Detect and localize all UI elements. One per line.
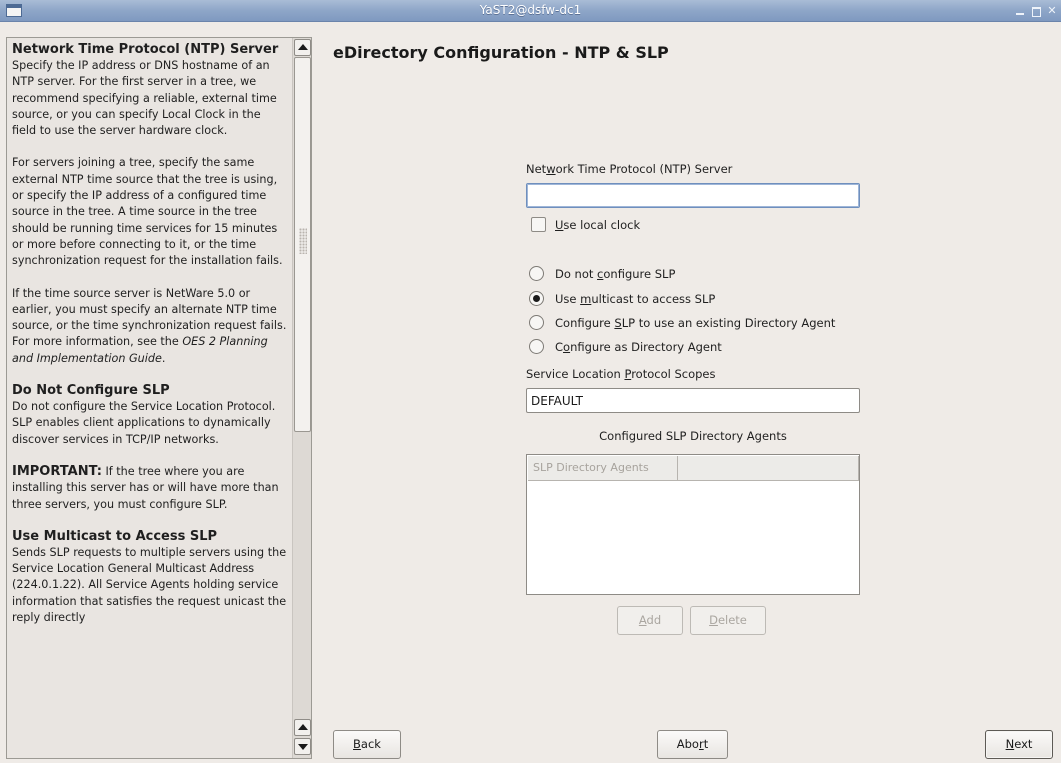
radio-label-use-multicast[interactable]: Use multicast to access SLP — [555, 292, 715, 306]
help-paragraph: If the time source server is NetWare 5.0… — [12, 286, 287, 367]
label-mnemonic: S — [614, 316, 622, 330]
use-local-clock-checkbox[interactable] — [531, 217, 546, 232]
label-mnemonic: A — [638, 613, 647, 627]
label-part: Use — [555, 292, 581, 306]
help-scrollbar[interactable] — [292, 38, 311, 758]
table-column-header[interactable] — [678, 456, 859, 481]
label-mnemonic: w — [546, 162, 556, 176]
radio-label-existing-da[interactable]: Configure SLP to use an existing Directo… — [555, 316, 835, 330]
delete-button[interactable]: Delete — [690, 606, 766, 635]
label-part: Service Location — [526, 367, 625, 381]
help-paragraph: Do not configure the Service Location Pr… — [12, 400, 276, 446]
help-text: Network Time Protocol (NTP) Server Speci… — [12, 42, 287, 642]
scroll-up-icon[interactable] — [294, 719, 311, 736]
window-title: YaST2@dsfw-dc1 — [479, 3, 582, 17]
scroll-up-icon[interactable] — [294, 39, 311, 56]
label-mnemonic: D — [709, 613, 718, 627]
page-title: eDirectory Configuration - NTP & SLP — [333, 43, 669, 62]
label-part: LP to use an existing Directory Agent — [621, 316, 836, 330]
window-titlebar: YaST2@dsfw-dc1 ✕ — [0, 0, 1061, 22]
next-button[interactable]: Next — [985, 730, 1053, 759]
close-icon[interactable]: ✕ — [1046, 5, 1058, 17]
label-part: Do not — [555, 267, 598, 281]
label-part: elete — [717, 613, 747, 627]
label-part: se local clock — [563, 218, 641, 232]
label-part: dd — [646, 613, 662, 627]
scrollbar-thumb[interactable] — [294, 57, 311, 432]
help-pane: Network Time Protocol (NTP) Server Speci… — [6, 37, 312, 759]
label-mnemonic: N — [1005, 737, 1015, 751]
slp-scopes-label: Service Location Protocol Scopes — [526, 367, 715, 381]
radio-use-multicast[interactable] — [529, 291, 544, 306]
help-heading-ntp: Network Time Protocol (NTP) Server — [12, 42, 279, 57]
label-part: ack — [360, 737, 381, 751]
important-label: IMPORTANT: — [12, 463, 102, 479]
label-part: t — [703, 737, 709, 751]
add-button[interactable]: Add — [617, 606, 683, 635]
label-part: ext — [1014, 737, 1033, 751]
radio-configure-as-directory-agent[interactable] — [529, 339, 544, 354]
use-local-clock-label[interactable]: Use local clock — [555, 218, 640, 232]
label-part: Net — [526, 162, 547, 176]
slp-directory-agents-table[interactable]: SLP Directory Agents — [526, 454, 860, 595]
help-heading-no-slp: Do Not Configure SLP — [12, 383, 170, 399]
help-paragraph: Sends SLP requests to multiple servers u… — [12, 545, 287, 625]
label-part: C — [555, 340, 564, 354]
radio-label-configure-da[interactable]: Configure as Directory Agent — [555, 340, 722, 354]
abort-button[interactable]: Abort — [657, 730, 728, 759]
slp-scopes-input[interactable] — [526, 388, 860, 413]
label-mnemonic: m — [580, 292, 592, 306]
label-part: ulticast to access SLP — [591, 292, 716, 306]
minimize-icon[interactable] — [1014, 5, 1026, 17]
maximize-icon[interactable] — [1030, 5, 1042, 17]
label-part: Configure — [555, 316, 615, 330]
scroll-down-icon[interactable] — [294, 738, 311, 755]
agents-table-title: Configured SLP Directory Agents — [599, 429, 787, 443]
label-part: nfigure as Directory Agent — [570, 340, 722, 354]
label-part: rotocol Scopes — [631, 367, 716, 381]
help-text-span: . — [161, 351, 166, 365]
back-button[interactable]: Back — [333, 730, 401, 759]
radio-do-not-configure-slp[interactable] — [529, 266, 544, 281]
label-part: ork Time Protocol (NTP) Server — [555, 162, 733, 176]
radio-existing-directory-agent[interactable] — [529, 315, 544, 330]
radio-label-do-not-configure[interactable]: Do not configure SLP — [555, 267, 675, 281]
help-heading-multicast: Use Multicast to Access SLP — [12, 528, 218, 544]
table-column-header[interactable]: SLP Directory Agents — [528, 456, 678, 481]
label-part: Abo — [676, 737, 699, 751]
ntp-server-label: Network Time Protocol (NTP) Server — [526, 162, 732, 176]
label-mnemonic: B — [353, 737, 361, 751]
help-paragraph: For servers joining a tree, specify the … — [12, 156, 283, 268]
ntp-server-input[interactable] — [526, 183, 860, 208]
help-paragraph: Specify the IP address or DNS hostname o… — [12, 59, 277, 138]
label-part: onfigure SLP — [603, 267, 676, 281]
help-important: IMPORTANT: If the tree where you are ins… — [12, 464, 287, 513]
